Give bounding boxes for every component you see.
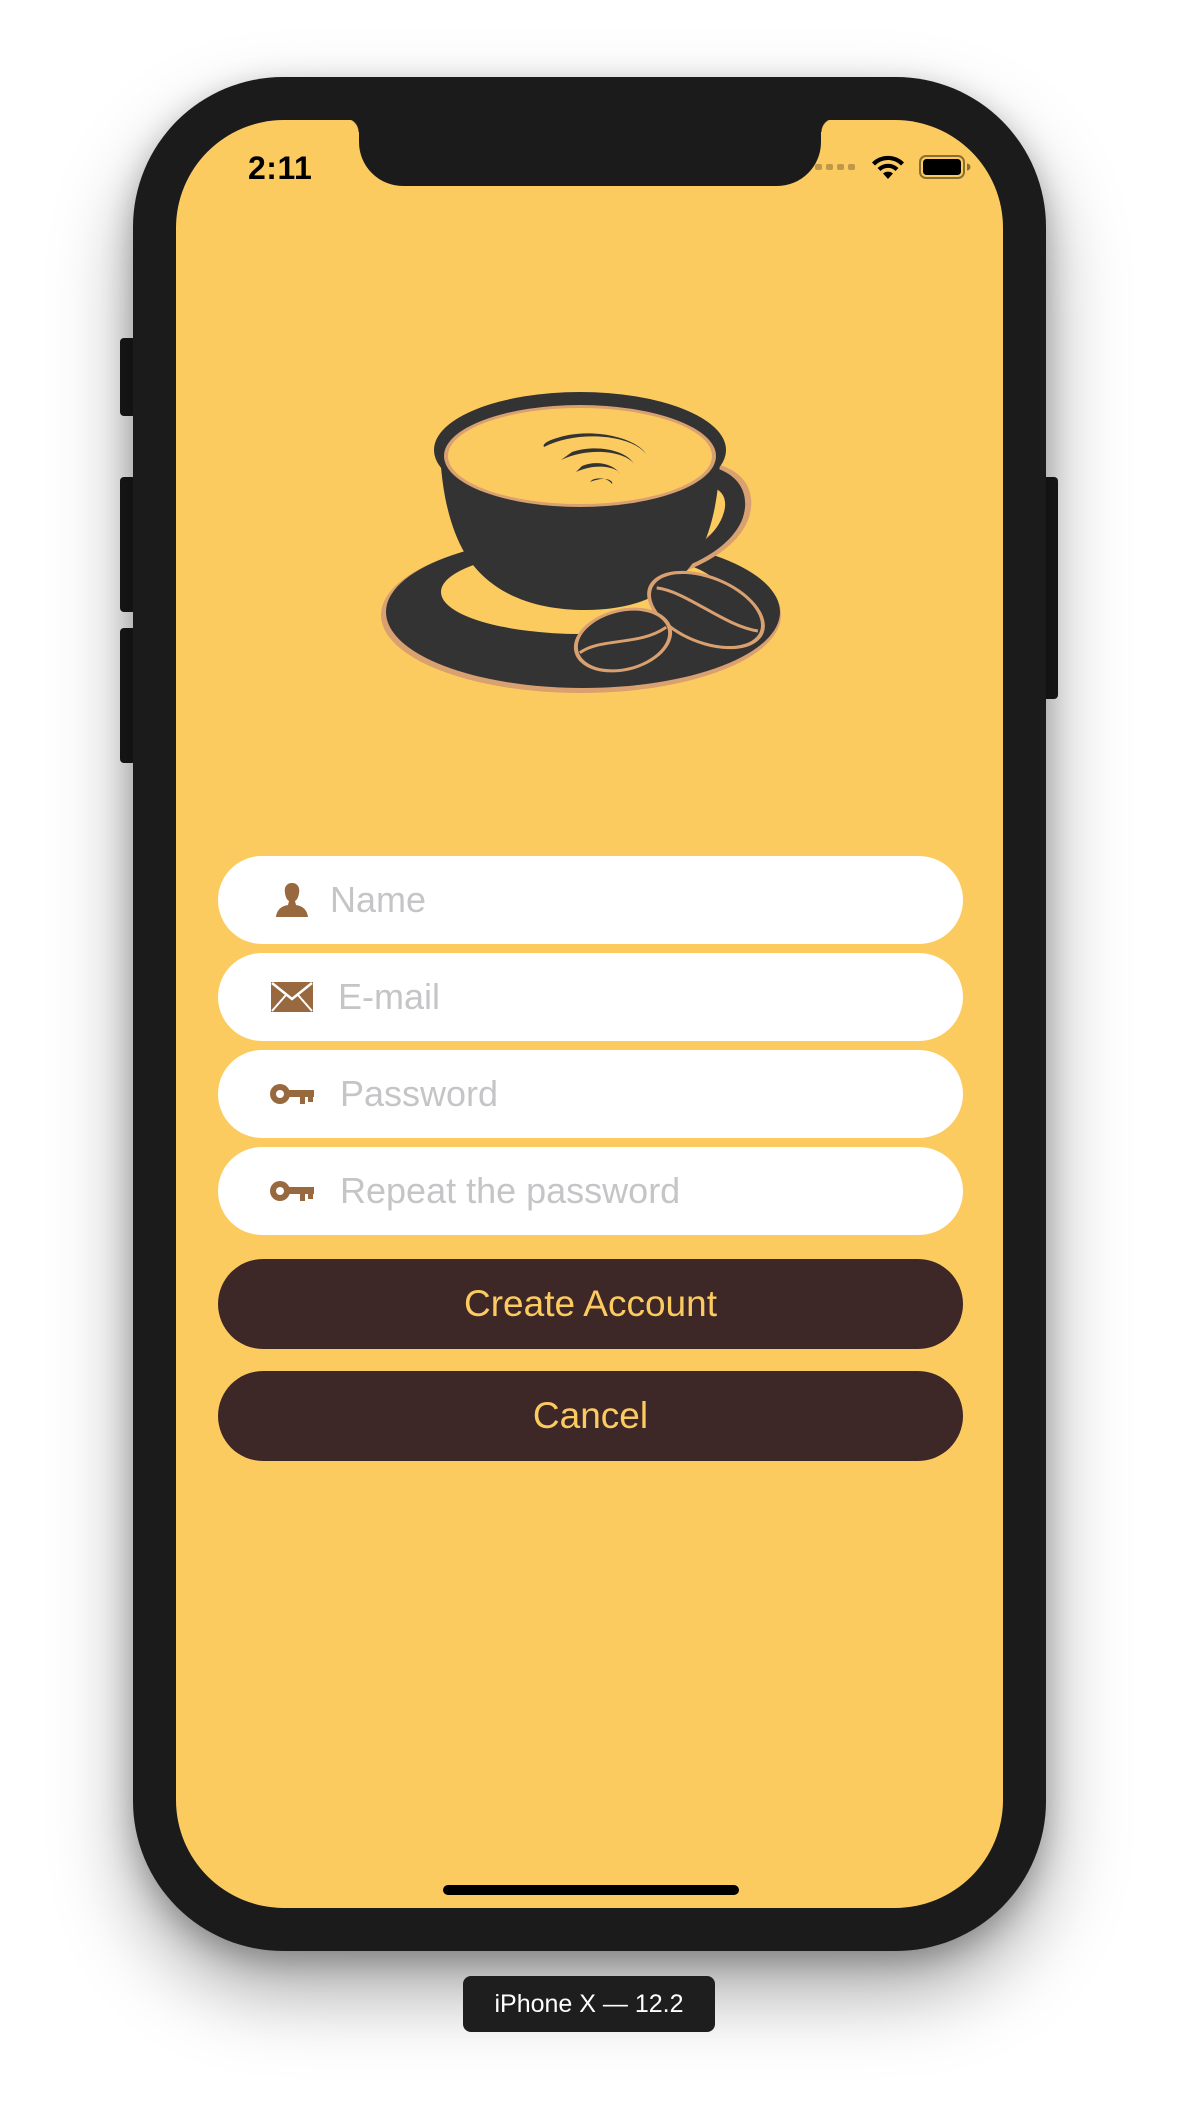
repeat-password-field[interactable] bbox=[218, 1147, 963, 1235]
password-input[interactable] bbox=[338, 1050, 923, 1138]
signup-form: Create Account Cancel bbox=[218, 856, 963, 1461]
email-input[interactable] bbox=[336, 953, 923, 1041]
name-input[interactable] bbox=[328, 856, 923, 944]
cancel-button[interactable]: Cancel bbox=[218, 1371, 963, 1461]
email-field[interactable] bbox=[218, 953, 963, 1041]
app-screen: 2:11 Name E-mail Create Account Cancel bbox=[176, 120, 1003, 1908]
person-icon bbox=[270, 882, 314, 918]
notch bbox=[345, 120, 835, 186]
device-label: iPhone X — 12.2 bbox=[463, 1976, 715, 2032]
coffee-logo bbox=[376, 370, 801, 700]
repeat-password-input[interactable] bbox=[338, 1147, 923, 1235]
create-account-button[interactable]: Create Account bbox=[218, 1259, 963, 1349]
coffee-cup-with-beans-icon bbox=[381, 392, 781, 693]
status-icons bbox=[815, 154, 971, 180]
battery-icon bbox=[919, 155, 971, 179]
name-field[interactable] bbox=[218, 856, 963, 944]
signal-dots-icon bbox=[815, 164, 855, 170]
key-icon bbox=[270, 1076, 314, 1112]
status-time: 2:11 bbox=[248, 150, 313, 186]
password-field[interactable] bbox=[218, 1050, 963, 1138]
wifi-icon bbox=[872, 155, 904, 179]
simulator-stage: 2:11 Name E-mail Create Account Cancel i… bbox=[0, 0, 1178, 2102]
key-icon bbox=[270, 1173, 314, 1209]
home-indicator[interactable] bbox=[443, 1885, 739, 1895]
envelope-icon bbox=[270, 979, 314, 1015]
phone-frame: 2:11 Name E-mail Create Account Cancel bbox=[133, 77, 1046, 1951]
